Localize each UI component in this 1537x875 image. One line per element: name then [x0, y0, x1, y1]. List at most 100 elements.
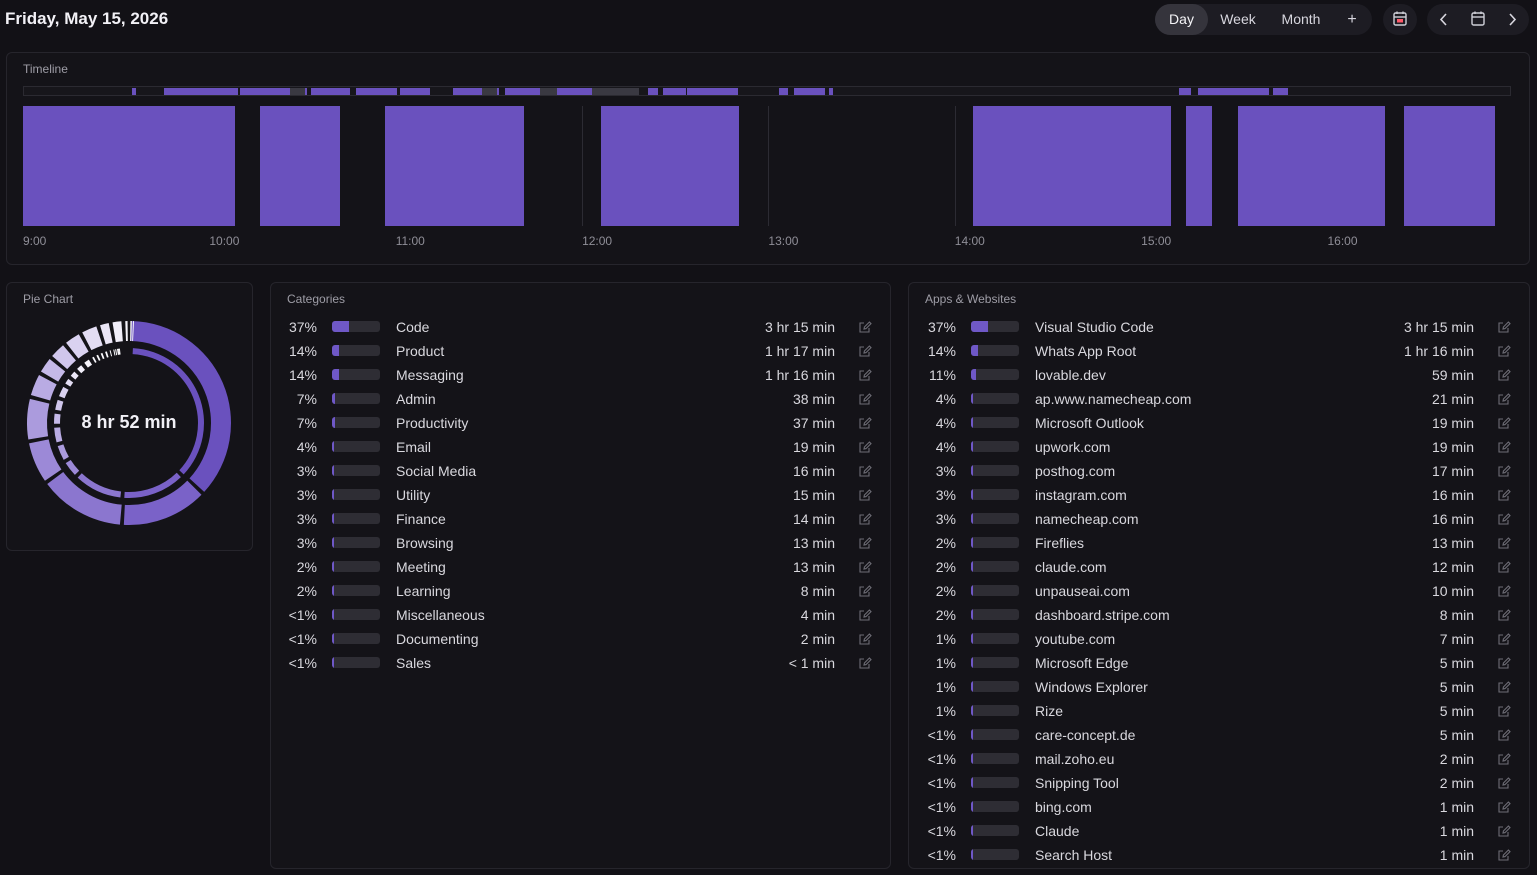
category-row[interactable]: 4% Email 19 min — [277, 435, 877, 459]
chevron-left-icon[interactable] — [1427, 4, 1461, 35]
app-row[interactable]: 2% unpauseai.com 10 min — [916, 579, 1516, 603]
edit-icon[interactable] — [858, 584, 872, 598]
app-row[interactable]: 3% posthog.com 17 min — [916, 459, 1516, 483]
edit-icon[interactable] — [1497, 512, 1511, 526]
donut-app-segment[interactable] — [113, 349, 116, 356]
category-row[interactable]: <1% Miscellaneous 4 min — [277, 603, 877, 627]
edit-icon[interactable] — [858, 656, 872, 670]
add-view-button[interactable]: + — [1338, 4, 1366, 35]
edit-icon[interactable] — [858, 392, 872, 406]
donut-category-segment[interactable] — [125, 321, 128, 342]
donut-app-segment[interactable] — [92, 356, 97, 363]
app-row[interactable]: 3% instagram.com 16 min — [916, 483, 1516, 507]
app-row[interactable]: 1% youtube.com 7 min — [916, 627, 1516, 651]
edit-icon[interactable] — [858, 512, 872, 526]
edit-icon[interactable] — [858, 488, 872, 502]
edit-icon[interactable] — [1497, 824, 1511, 838]
timeline-block[interactable] — [1238, 106, 1386, 226]
donut-category-segment[interactable] — [30, 374, 57, 401]
edit-icon[interactable] — [1497, 368, 1511, 382]
edit-icon[interactable] — [1497, 608, 1511, 622]
edit-icon[interactable] — [858, 608, 872, 622]
edit-icon[interactable] — [1497, 848, 1511, 862]
app-row[interactable]: <1% Claude 1 min — [916, 819, 1516, 843]
category-row[interactable]: 14% Messaging 1 hr 16 min — [277, 363, 877, 387]
donut-app-segment[interactable] — [105, 351, 109, 358]
edit-icon[interactable] — [858, 464, 872, 478]
edit-icon[interactable] — [1497, 320, 1511, 334]
timeline-block[interactable] — [1403, 106, 1496, 226]
edit-icon[interactable] — [1497, 416, 1511, 430]
category-row[interactable]: 2% Learning 8 min — [277, 579, 877, 603]
app-row[interactable]: 37% Visual Studio Code 3 hr 15 min — [916, 315, 1516, 339]
donut-app-segment[interactable] — [109, 350, 113, 357]
app-row[interactable]: <1% mail.zoho.eu 2 min — [916, 747, 1516, 771]
donut-app-segment[interactable] — [65, 459, 80, 475]
app-row[interactable]: 2% Fireflies 13 min — [916, 531, 1516, 555]
edit-icon[interactable] — [1497, 344, 1511, 358]
donut-app-segment[interactable] — [100, 352, 105, 360]
tab-day[interactable]: Day — [1155, 4, 1208, 35]
donut-category-segment[interactable] — [29, 439, 62, 481]
edit-icon[interactable] — [1497, 584, 1511, 598]
category-row[interactable]: 7% Admin 38 min — [277, 387, 877, 411]
app-row[interactable]: 1% Microsoft Edge 5 min — [916, 651, 1516, 675]
edit-icon[interactable] — [1497, 440, 1511, 454]
app-row[interactable]: <1% Search Host 1 min — [916, 843, 1516, 867]
edit-icon[interactable] — [858, 320, 872, 334]
category-row[interactable]: 3% Browsing 13 min — [277, 531, 877, 555]
tab-month[interactable]: Month — [1270, 4, 1332, 35]
timeline-block[interactable] — [23, 106, 236, 226]
category-row[interactable]: 3% Utility 15 min — [277, 483, 877, 507]
timeline-block[interactable] — [600, 106, 739, 226]
edit-icon[interactable] — [1497, 680, 1511, 694]
edit-icon[interactable] — [858, 440, 872, 454]
app-row[interactable]: <1% bing.com 1 min — [916, 795, 1516, 819]
donut-app-segment[interactable] — [58, 386, 69, 399]
edit-icon[interactable] — [858, 536, 872, 550]
timeline-block[interactable] — [384, 106, 525, 226]
edit-icon[interactable] — [1497, 728, 1511, 742]
edit-icon[interactable] — [1497, 800, 1511, 814]
timeline-chart[interactable] — [23, 106, 1512, 226]
donut-app-segment[interactable] — [96, 354, 101, 361]
donut-category-segment[interactable] — [100, 323, 113, 345]
today-button[interactable] — [1383, 4, 1417, 35]
edit-icon[interactable] — [858, 416, 872, 430]
app-row[interactable]: 2% dashboard.stripe.com 8 min — [916, 603, 1516, 627]
app-row[interactable]: 14% Whats App Root 1 hr 16 min — [916, 339, 1516, 363]
category-row[interactable]: 7% Productivity 37 min — [277, 411, 877, 435]
edit-icon[interactable] — [1497, 560, 1511, 574]
edit-icon[interactable] — [1497, 776, 1511, 790]
category-row[interactable]: 14% Product 1 hr 17 min — [277, 339, 877, 363]
calendar-icon[interactable] — [1461, 4, 1495, 35]
app-row[interactable]: 1% Windows Explorer 5 min — [916, 675, 1516, 699]
category-row[interactable]: 37% Code 3 hr 15 min — [277, 315, 877, 339]
donut-category-segment[interactable] — [131, 321, 232, 492]
app-row[interactable]: 2% claude.com 12 min — [916, 555, 1516, 579]
edit-icon[interactable] — [1497, 536, 1511, 550]
donut-app-segment[interactable] — [70, 371, 79, 380]
timeline-block[interactable] — [259, 106, 340, 226]
donut-category-segment[interactable] — [27, 398, 50, 440]
category-row[interactable]: 2% Meeting 13 min — [277, 555, 877, 579]
app-row[interactable]: 11% lovable.dev 59 min — [916, 363, 1516, 387]
app-row[interactable]: 4% Microsoft Outlook 19 min — [916, 411, 1516, 435]
donut-app-segment[interactable] — [57, 444, 69, 460]
category-row[interactable]: <1% Documenting 2 min — [277, 627, 877, 651]
donut-app-segment[interactable] — [115, 349, 118, 356]
donut-app-segment[interactable] — [77, 365, 86, 374]
edit-icon[interactable] — [1497, 752, 1511, 766]
donut-app-segment[interactable] — [55, 399, 64, 411]
app-row[interactable]: <1% Snipping Tool 2 min — [916, 771, 1516, 795]
app-row[interactable]: <1% care-concept.de 5 min — [916, 723, 1516, 747]
edit-icon[interactable] — [1497, 656, 1511, 670]
chevron-right-icon[interactable] — [1495, 4, 1529, 35]
edit-icon[interactable] — [858, 344, 872, 358]
category-row[interactable]: 3% Finance 14 min — [277, 507, 877, 531]
edit-icon[interactable] — [1497, 464, 1511, 478]
edit-icon[interactable] — [858, 632, 872, 646]
category-row[interactable]: 3% Social Media 16 min — [277, 459, 877, 483]
edit-icon[interactable] — [858, 560, 872, 574]
category-row[interactable]: <1% Sales < 1 min — [277, 651, 877, 675]
